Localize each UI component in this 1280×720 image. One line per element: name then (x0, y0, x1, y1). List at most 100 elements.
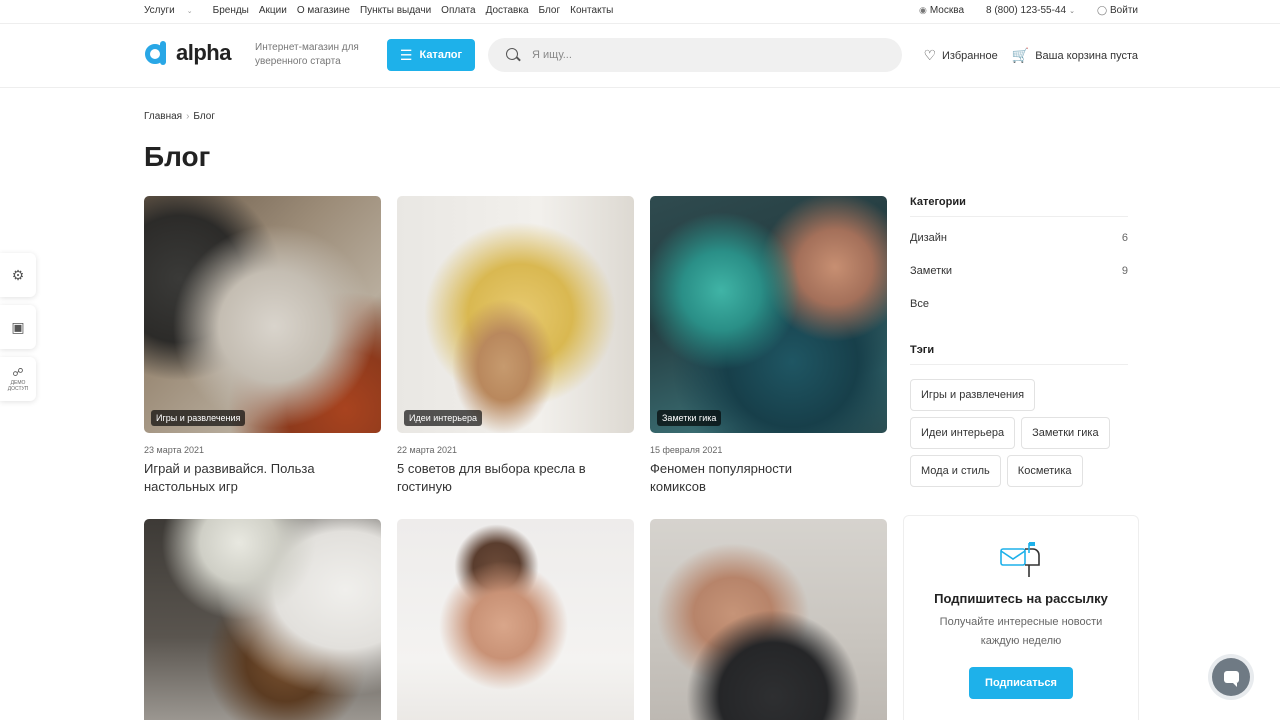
topnav-delivery[interactable]: Доставка (486, 5, 529, 16)
category-label: Дизайн (910, 231, 947, 244)
post-tag[interactable]: Игры и развлечения (151, 410, 246, 426)
favorites-link[interactable]: ♡ Избранное (923, 47, 997, 64)
cart-icon: 🛒 (1011, 47, 1030, 63)
post-image[interactable] (650, 519, 887, 720)
tagline: Интернет-магазин для уверенного старта (255, 42, 359, 67)
topnav-payment[interactable]: Оплата (441, 5, 475, 16)
logo-mark-icon (144, 39, 174, 67)
side-tools: ⚙ ▣ ☍ ДЕМО ДОСТУП (0, 253, 36, 409)
top-nav: Услуги ⌄ Бренды Акции О магазине Пункты в… (144, 5, 623, 16)
category-label: Все (910, 297, 929, 310)
category-label: Заметки (910, 264, 953, 277)
post-image[interactable] (397, 519, 634, 720)
topnav-contacts[interactable]: Контакты (570, 5, 613, 16)
location-pin-icon: ◉ (919, 5, 927, 15)
tag-chip[interactable]: Игры и развлечения (910, 379, 1036, 411)
city-label: Москва (929, 5, 964, 16)
catalog-label: Каталог (419, 49, 463, 61)
cart-label: Ваша корзина пуста (1035, 49, 1138, 62)
post-card[interactable] (650, 519, 887, 720)
city-selector[interactable]: ◉ Москва (919, 5, 964, 16)
phone-label: 8 (800) 123-55-44 (986, 5, 1067, 16)
top-bar: Услуги ⌄ Бренды Акции О магазине Пункты в… (0, 0, 1280, 24)
tag-chip[interactable]: Идеи интерьера (910, 417, 1016, 449)
post-date: 22 марта 2021 (397, 445, 458, 455)
chevron-down-icon: ⌄ (1069, 7, 1075, 15)
settings-tool[interactable]: ⚙ (0, 253, 36, 297)
lock-icon: ☍ (12, 367, 24, 379)
tags-heading: Тэги (910, 344, 1128, 365)
topnav-blog[interactable]: Блог (539, 5, 561, 16)
catalog-button[interactable]: ☰ Каталог (387, 39, 475, 71)
post-card[interactable]: Заметки гика 15 февраля 2021 Феномен поп… (650, 196, 887, 496)
category-count: 9 (1121, 264, 1128, 277)
page-title: Блог (144, 141, 211, 172)
chat-button-inner (1212, 658, 1250, 696)
post-card[interactable] (144, 519, 381, 720)
chevron-down-icon: ⌄ (186, 8, 193, 15)
logo-text: alpha (176, 40, 231, 65)
subscribe-title: Подпишитесь на рассылку (934, 591, 1108, 606)
topnav-services[interactable]: Услуги ⌄ (144, 5, 203, 16)
breadcrumb-current: Блог (193, 111, 216, 122)
chevron-right-icon: › (186, 111, 190, 122)
post-card[interactable] (397, 519, 634, 720)
search-bar[interactable] (488, 38, 902, 72)
sidebar: Категории Дизайн 6 Заметки 9 Все Тэги Иг… (910, 196, 1128, 493)
subscribe-box: Подпишитесь на рассылку Получайте интере… (903, 515, 1139, 720)
breadcrumb-home[interactable]: Главная (144, 111, 182, 122)
category-item[interactable]: Все (910, 287, 1128, 320)
post-image[interactable]: Заметки гика (650, 196, 887, 433)
category-item[interactable]: Заметки 9 (910, 254, 1128, 287)
tags-list: Игры и развлечения Идеи интерьера Заметк… (910, 371, 1140, 493)
chat-button[interactable] (1208, 654, 1254, 700)
topnav-sales[interactable]: Акции (259, 5, 287, 16)
tag-chip[interactable]: Заметки гика (1021, 417, 1110, 449)
demo-access-tool[interactable]: ☍ ДЕМО ДОСТУП (0, 357, 36, 401)
cart-link[interactable]: 🛒 Ваша корзина пуста (1012, 47, 1138, 64)
post-title[interactable]: Феномен популярности комиксов (650, 460, 850, 496)
post-date: 23 марта 2021 (144, 445, 205, 455)
categories-heading: Категории (910, 196, 1128, 217)
post-image[interactable]: Игры и развлечения (144, 196, 381, 433)
topnav-about[interactable]: О магазине (297, 5, 350, 16)
topnav-brands[interactable]: Бренды (213, 5, 249, 16)
monitor-icon: ▣ (11, 318, 25, 335)
categories-list: Дизайн 6 Заметки 9 Все (910, 221, 1128, 320)
subscribe-button[interactable]: Подписаться (969, 667, 1073, 699)
category-count: 6 (1121, 231, 1128, 244)
phone-selector[interactable]: 8 (800) 123-55-44 ⌄ (986, 5, 1075, 16)
post-card[interactable]: Идеи интерьера 22 марта 2021 5 советов д… (397, 196, 634, 496)
display-tool[interactable]: ▣ (0, 305, 36, 349)
tag-chip[interactable]: Косметика (1006, 455, 1083, 487)
chat-icon (1223, 671, 1239, 687)
post-title[interactable]: 5 советов для выбора кресла в гостиную (397, 460, 597, 496)
post-tag[interactable]: Заметки гика (657, 410, 722, 426)
gear-icon: ⚙ (11, 266, 25, 283)
post-image[interactable] (144, 519, 381, 720)
search-input[interactable] (532, 49, 872, 61)
tag-chip[interactable]: Мода и стиль (910, 455, 1001, 487)
post-title[interactable]: Играй и развивайся. Польза настольных иг… (144, 460, 344, 496)
post-image[interactable]: Идеи интерьера (397, 196, 634, 433)
login-label: Войти (1110, 5, 1138, 16)
favorites-label: Избранное (942, 49, 998, 62)
subscribe-text: Получайте интересные новости каждую неде… (939, 616, 1103, 647)
search-icon (506, 48, 521, 62)
login-link[interactable]: ◯ Войти (1097, 5, 1138, 16)
header: alpha Интернет-магазин для уверенного ст… (0, 24, 1280, 88)
post-tag[interactable]: Идеи интерьера (404, 410, 482, 426)
post-card[interactable]: Игры и развлечения 23 марта 2021 Играй и… (144, 196, 381, 496)
menu-icon: ☰ (399, 46, 413, 63)
post-date: 15 февраля 2021 (650, 445, 723, 455)
topnav-pickup[interactable]: Пункты выдачи (360, 5, 431, 16)
mailbox-icon (999, 539, 1043, 579)
breadcrumb: Главная › Блог (144, 111, 215, 122)
logo[interactable]: alpha (144, 39, 231, 67)
header-actions: ♡ Избранное 🛒 Ваша корзина пуста (909, 47, 1138, 64)
top-right: ◉ Москва 8 (800) 123-55-44 ⌄ ◯ Войти (897, 5, 1138, 16)
user-icon: ◯ (1096, 5, 1108, 15)
heart-icon: ♡ (923, 47, 936, 63)
topnav-services-label: Услуги (144, 5, 175, 16)
category-item[interactable]: Дизайн 6 (910, 221, 1128, 254)
